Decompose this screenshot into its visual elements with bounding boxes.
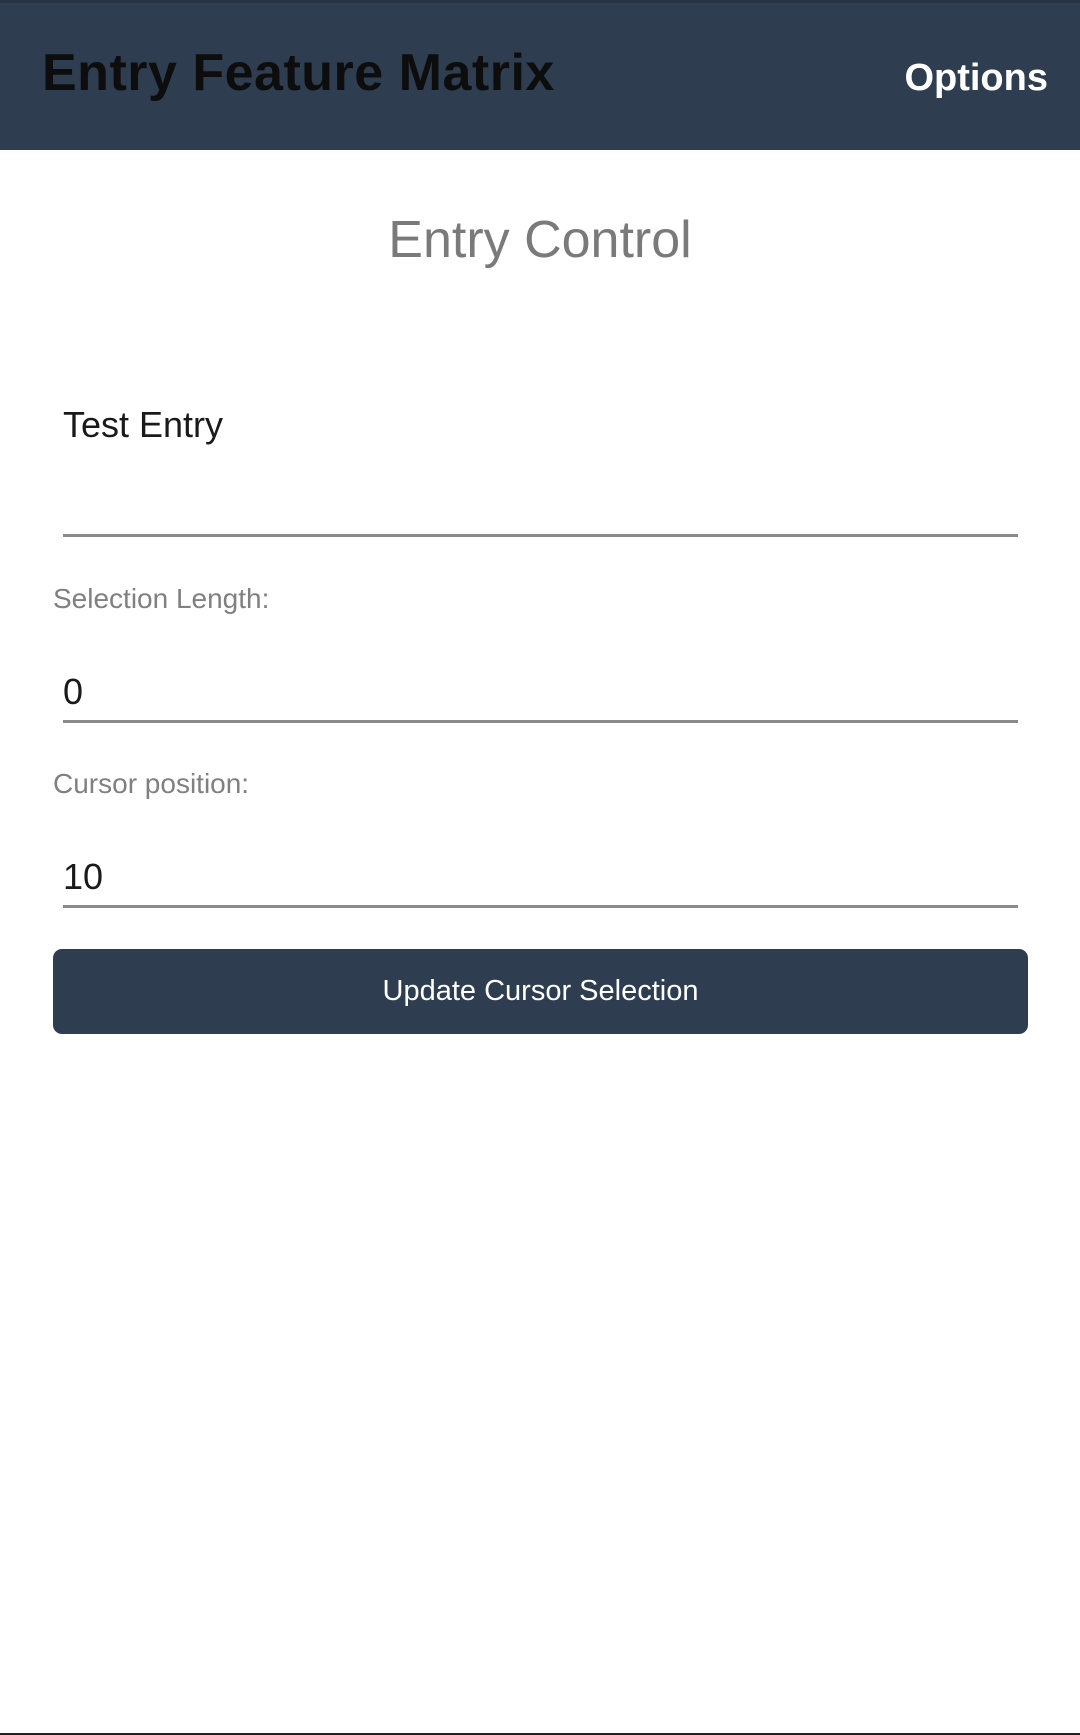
cursor-position-input[interactable]: 10 <box>63 845 1018 908</box>
test-entry-value: Test Entry <box>63 404 224 445</box>
cursor-position-value: 10 <box>63 856 104 897</box>
update-cursor-selection-button[interactable]: Update Cursor Selection <box>53 949 1028 1034</box>
selection-length-value: 0 <box>63 671 84 712</box>
test-entry-field[interactable]: Test Entry <box>63 0 1018 537</box>
selection-length-input[interactable]: 0 <box>63 660 1018 723</box>
cursor-position-label: Cursor position: <box>53 768 250 799</box>
selection-length-label: Selection Length: <box>53 583 270 614</box>
